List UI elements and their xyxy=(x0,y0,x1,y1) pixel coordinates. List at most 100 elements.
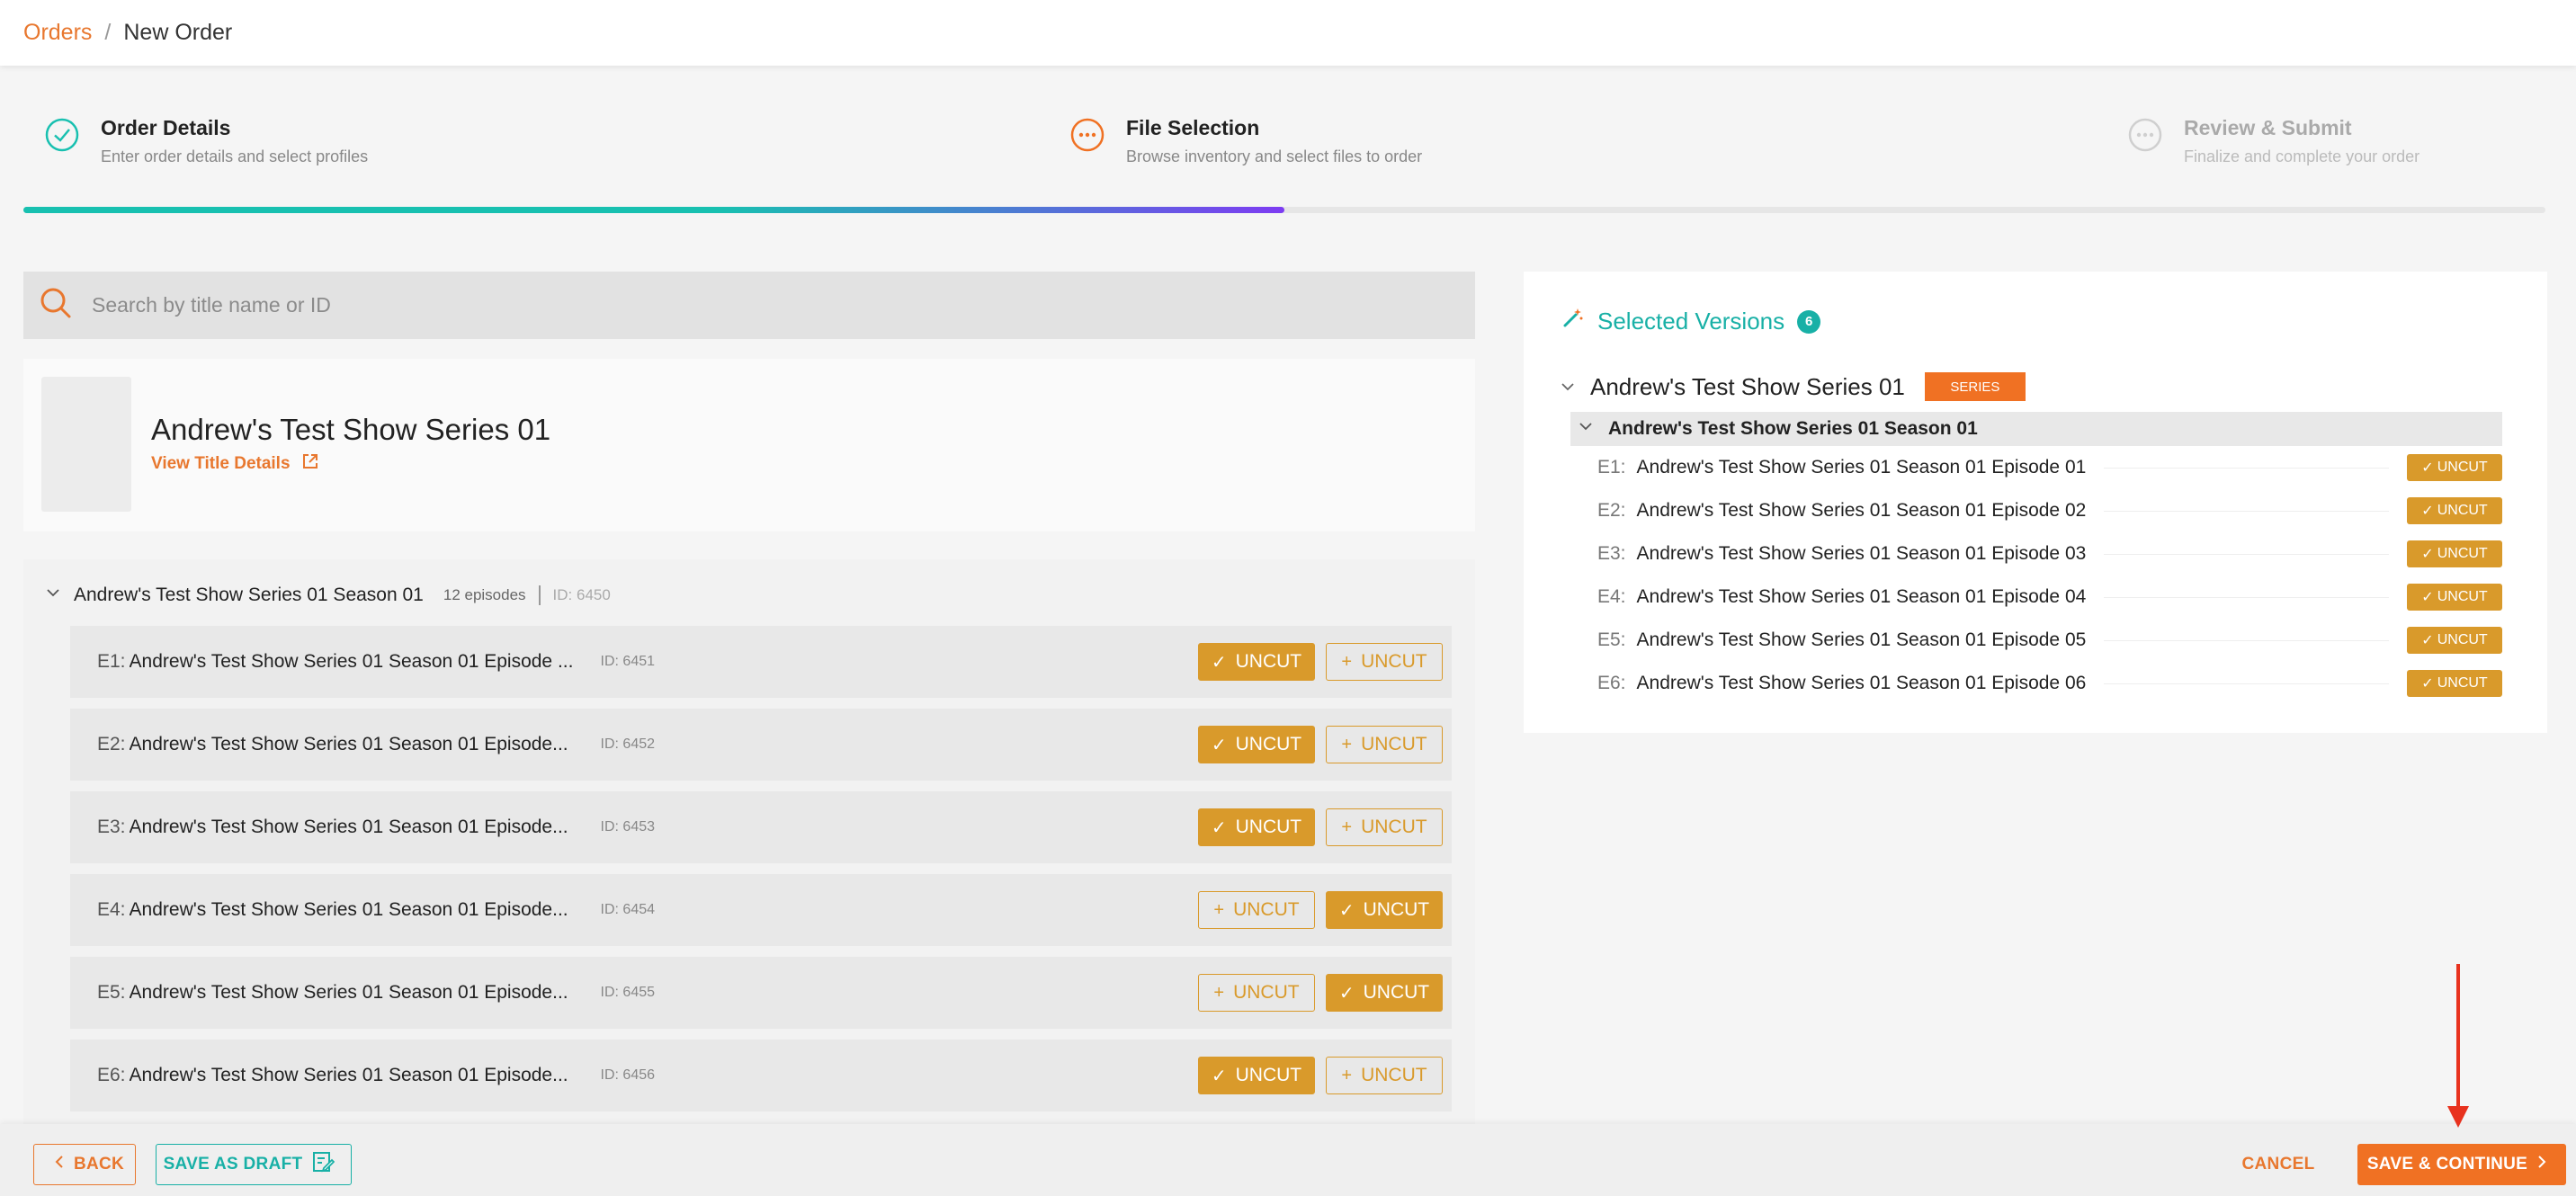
uncut-tag[interactable]: ✓ UNCUT xyxy=(2407,627,2502,654)
uncut-add-button[interactable]: + UNCUT xyxy=(1326,726,1443,763)
uncut-tag-label: UNCUT xyxy=(2437,589,2488,604)
chevron-down-icon[interactable] xyxy=(45,585,61,606)
episode-id: ID: 6453 xyxy=(600,819,656,835)
selected-episode-number: E3: xyxy=(1597,543,1626,564)
top-header: Orders / New Order xyxy=(0,0,2576,66)
selected-episode-number: E4: xyxy=(1597,586,1626,607)
uncut-label: UNCUT xyxy=(1235,1065,1302,1085)
episode-id: ID: 6456 xyxy=(600,1067,656,1083)
uncut-selected-button[interactable]: ✓ UNCUT xyxy=(1198,643,1315,681)
selected-episode-row: E2: Andrew's Test Show Series 01 Season … xyxy=(1597,495,2502,526)
view-title-details-label: View Title Details xyxy=(151,454,291,473)
uncut-label: UNCUT xyxy=(1361,817,1427,837)
annotation-arrow-icon xyxy=(2447,964,2469,1128)
episode-title: Andrew's Test Show Series 01 Season 01 E… xyxy=(129,734,568,754)
selected-episode-number: E6: xyxy=(1597,673,1626,693)
uncut-selected-button[interactable]: ✓ UNCUT xyxy=(1198,808,1315,846)
selected-episode-row: E1: Andrew's Test Show Series 01 Season … xyxy=(1597,452,2502,483)
breadcrumb-separator: / xyxy=(104,20,112,45)
plus-icon: + xyxy=(1213,982,1225,1003)
order-stepper: Order Details Enter order details and se… xyxy=(23,66,2545,214)
selected-episode-number: E2: xyxy=(1597,500,1626,521)
selected-episode-title: Andrew's Test Show Series 01 Season 01 E… xyxy=(1636,586,2087,607)
plus-icon: + xyxy=(1341,651,1353,672)
step-order-details[interactable]: Order Details Enter order details and se… xyxy=(45,116,368,166)
check-icon: ✓ xyxy=(2421,460,2434,476)
uncut-tag-label: UNCUT xyxy=(2437,503,2488,518)
selected-count-badge: 6 xyxy=(1797,309,1821,334)
divider xyxy=(2104,553,2389,555)
selected-episode-row: E3: Andrew's Test Show Series 01 Season … xyxy=(1597,539,2502,569)
uncut-add-button[interactable]: + UNCUT xyxy=(1198,891,1315,929)
episode-number: E3: xyxy=(97,817,126,837)
uncut-add-button[interactable]: + UNCUT xyxy=(1326,808,1443,846)
selected-series-row[interactable]: Andrew's Test Show Series 01 SERIES xyxy=(1560,372,2026,401)
uncut-tag[interactable]: ✓ UNCUT xyxy=(2407,584,2502,611)
selected-episode-title: Andrew's Test Show Series 01 Season 01 E… xyxy=(1636,457,2087,478)
breadcrumb-current: New Order xyxy=(123,20,233,45)
episode-row: E6: Andrew's Test Show Series 01 Season … xyxy=(70,1040,1452,1111)
version-buttons: ✓ UNCUT + UNCUT xyxy=(1198,1057,1443,1094)
episode-title: Andrew's Test Show Series 01 Season 01 E… xyxy=(129,982,568,1003)
selected-episode-row: E4: Andrew's Test Show Series 01 Season … xyxy=(1597,582,2502,612)
uncut-tag-label: UNCUT xyxy=(2437,460,2488,475)
external-link-icon xyxy=(291,452,319,476)
season-header[interactable]: Andrew's Test Show Series 01 Season 01 1… xyxy=(45,585,611,606)
episode-title: Andrew's Test Show Series 01 Season 01 E… xyxy=(129,1065,568,1085)
uncut-selected-button[interactable]: ✓ UNCUT xyxy=(1198,726,1315,763)
step-title: Review & Submit xyxy=(2184,116,2352,139)
step-file-selection[interactable]: File Selection Browse inventory and sele… xyxy=(1070,116,1422,166)
breadcrumb-orders-link[interactable]: Orders xyxy=(23,20,92,46)
title-name: Andrew's Test Show Series 01 xyxy=(151,413,551,446)
selected-series-name: Andrew's Test Show Series 01 xyxy=(1590,372,1905,400)
uncut-tag[interactable]: ✓ UNCUT xyxy=(2407,540,2502,567)
selected-season-row[interactable]: Andrew's Test Show Series 01 Season 01 xyxy=(1570,412,2502,446)
version-buttons: ✓ UNCUT + UNCUT xyxy=(1198,643,1443,681)
search-input[interactable] xyxy=(92,293,1351,317)
uncut-add-button[interactable]: + UNCUT xyxy=(1326,643,1443,681)
uncut-tag-label: UNCUT xyxy=(2437,546,2488,561)
uncut-selected-button[interactable]: ✓ UNCUT xyxy=(1198,1057,1315,1094)
view-title-details-link[interactable]: View Title Details xyxy=(151,452,319,476)
uncut-tag[interactable]: ✓ UNCUT xyxy=(2407,497,2502,524)
chevron-down-icon[interactable] xyxy=(1560,373,1576,401)
uncut-selected-button[interactable]: ✓ UNCUT xyxy=(1326,974,1443,1012)
season-episode-count: 12 episodes xyxy=(443,586,526,603)
episode-id: ID: 6452 xyxy=(600,736,656,752)
check-icon: ✓ xyxy=(1211,1066,1227,1086)
search-icon[interactable] xyxy=(38,285,74,326)
back-button[interactable]: BACK xyxy=(33,1144,136,1185)
episode-row: E4: Andrew's Test Show Series 01 Season … xyxy=(70,874,1452,946)
episode-id: ID: 6451 xyxy=(600,654,656,669)
plus-icon: + xyxy=(1341,734,1353,754)
magic-wand-icon xyxy=(1560,306,1585,337)
step-subtitle: Finalize and complete your order xyxy=(2184,147,2420,165)
uncut-label: UNCUT xyxy=(1363,899,1430,920)
uncut-tag[interactable]: ✓ UNCUT xyxy=(2407,670,2502,697)
version-buttons: ✓ UNCUT + UNCUT xyxy=(1198,726,1443,763)
uncut-add-button[interactable]: + UNCUT xyxy=(1198,974,1315,1012)
check-icon: ✓ xyxy=(1338,983,1355,1004)
uncut-selected-button[interactable]: ✓ UNCUT xyxy=(1326,891,1443,929)
edit-note-icon xyxy=(311,1150,335,1179)
episode-row: E1: Andrew's Test Show Series 01 Season … xyxy=(70,626,1452,698)
chevron-down-icon[interactable] xyxy=(1578,418,1594,440)
episode-title: Andrew's Test Show Series 01 Season 01 E… xyxy=(129,651,574,672)
uncut-tag[interactable]: ✓ UNCUT xyxy=(2407,454,2502,481)
version-buttons: + UNCUT ✓ UNCUT xyxy=(1198,891,1443,929)
selected-episode-row: E5: Andrew's Test Show Series 01 Season … xyxy=(1597,625,2502,656)
cancel-button[interactable]: CANCEL xyxy=(2220,1144,2337,1185)
progress-fill xyxy=(23,207,1284,213)
uncut-add-button[interactable]: + UNCUT xyxy=(1326,1057,1443,1094)
selected-versions-title: Selected Versions xyxy=(1597,308,1785,335)
step-review-submit[interactable]: Review & Submit Finalize and complete yo… xyxy=(2128,116,2419,166)
save-continue-label: SAVE & CONTINUE xyxy=(2366,1155,2528,1174)
save-and-continue-button[interactable]: SAVE & CONTINUE xyxy=(2357,1144,2566,1185)
save-as-draft-button[interactable]: SAVE AS DRAFT xyxy=(156,1144,352,1185)
episode-id: ID: 6455 xyxy=(600,985,656,1000)
season-block: Andrew's Test Show Series 01 Season 01 1… xyxy=(23,559,1475,1124)
episode-title: Andrew's Test Show Series 01 Season 01 E… xyxy=(129,899,568,920)
episode-number: E1: xyxy=(97,651,126,672)
episode-number: E4: xyxy=(97,899,126,920)
save-draft-label: SAVE AS DRAFT xyxy=(163,1155,303,1174)
